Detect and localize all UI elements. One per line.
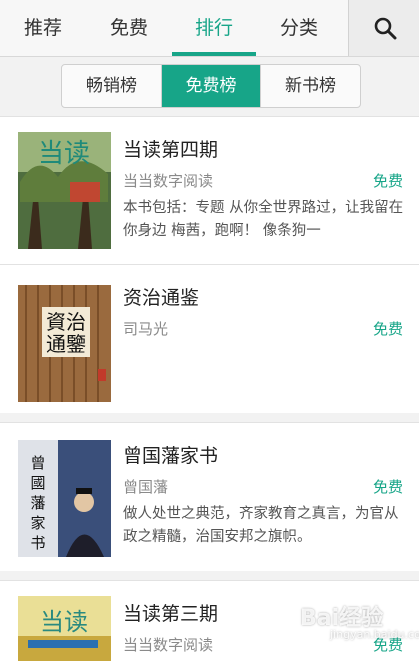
book-author: 当当数字阅读	[123, 172, 214, 190]
price-label: 免费	[372, 172, 403, 190]
tab-free[interactable]: 免费	[86, 0, 172, 56]
segment-new[interactable]: 新书榜	[261, 65, 360, 107]
watermark-url: jingyan.baidu.com	[330, 628, 419, 641]
book-title: 当读第四期	[123, 139, 219, 161]
svg-text:通鑒: 通鑒	[46, 332, 86, 356]
segment-bestseller[interactable]: 畅销榜	[62, 65, 161, 107]
search-button[interactable]	[348, 0, 419, 56]
svg-text:國: 國	[30, 474, 45, 492]
search-icon	[374, 17, 397, 40]
book-description: 本书包括：专题 从你全世界路过，让我留在你身边 梅茜，跑啊！ 像条狗一	[123, 200, 404, 239]
svg-text:书: 书	[30, 534, 45, 552]
book-row[interactable]: 資治 通鑒 资治通鉴 司马光 免费	[0, 264, 419, 413]
tab-recommend[interactable]: 推荐	[0, 0, 86, 56]
book-cover: 当读	[18, 132, 111, 249]
book-row[interactable]: 当读 当读第四期 当当数字阅读 免费 本书包括：专题 从你全世界路过，让我留在你…	[0, 116, 419, 265]
price-label: 免费	[372, 478, 403, 496]
book-row[interactable]: 曾 國 藩 家 书 曾国藩家书 曾国藩 免费 做人处世之典范，齐家教育之真言，为…	[0, 422, 419, 571]
segment-free[interactable]: 免费榜	[162, 65, 260, 107]
svg-text:資治: 資治	[46, 310, 86, 334]
book-author: 当当数字阅读	[123, 636, 214, 654]
book-title: 资治通鉴	[123, 287, 200, 309]
active-tab-indicator	[172, 52, 256, 56]
svg-text:藩: 藩	[30, 494, 45, 512]
book-cover: 当读	[18, 596, 111, 661]
tab-category[interactable]: 分类	[256, 0, 342, 56]
svg-text:曾: 曾	[30, 454, 45, 472]
book-title: 曾国藩家书	[123, 445, 219, 467]
cover-title: 当读	[38, 139, 90, 169]
tab-ranking[interactable]: 排行	[172, 0, 256, 56]
book-author: 曾国藩	[123, 478, 169, 496]
price-label: 免费	[372, 320, 403, 338]
book-description: 做人处世之典范，齐家教育之真言，为官从政之精髓，治国安邦之旗帜。	[123, 506, 399, 545]
cover-title: 当读	[40, 608, 88, 636]
top-nav-bar: 推荐 免费 排行 分类	[0, 0, 419, 57]
book-cover: 資治 通鑒	[18, 285, 111, 402]
book-cover: 曾 國 藩 家 书	[18, 440, 111, 557]
book-author: 司马光	[123, 320, 169, 338]
ranking-segmented-control: 畅销榜 免费榜 新书榜	[61, 64, 361, 108]
svg-text:家: 家	[30, 514, 45, 532]
book-title: 当读第三期	[123, 603, 219, 625]
